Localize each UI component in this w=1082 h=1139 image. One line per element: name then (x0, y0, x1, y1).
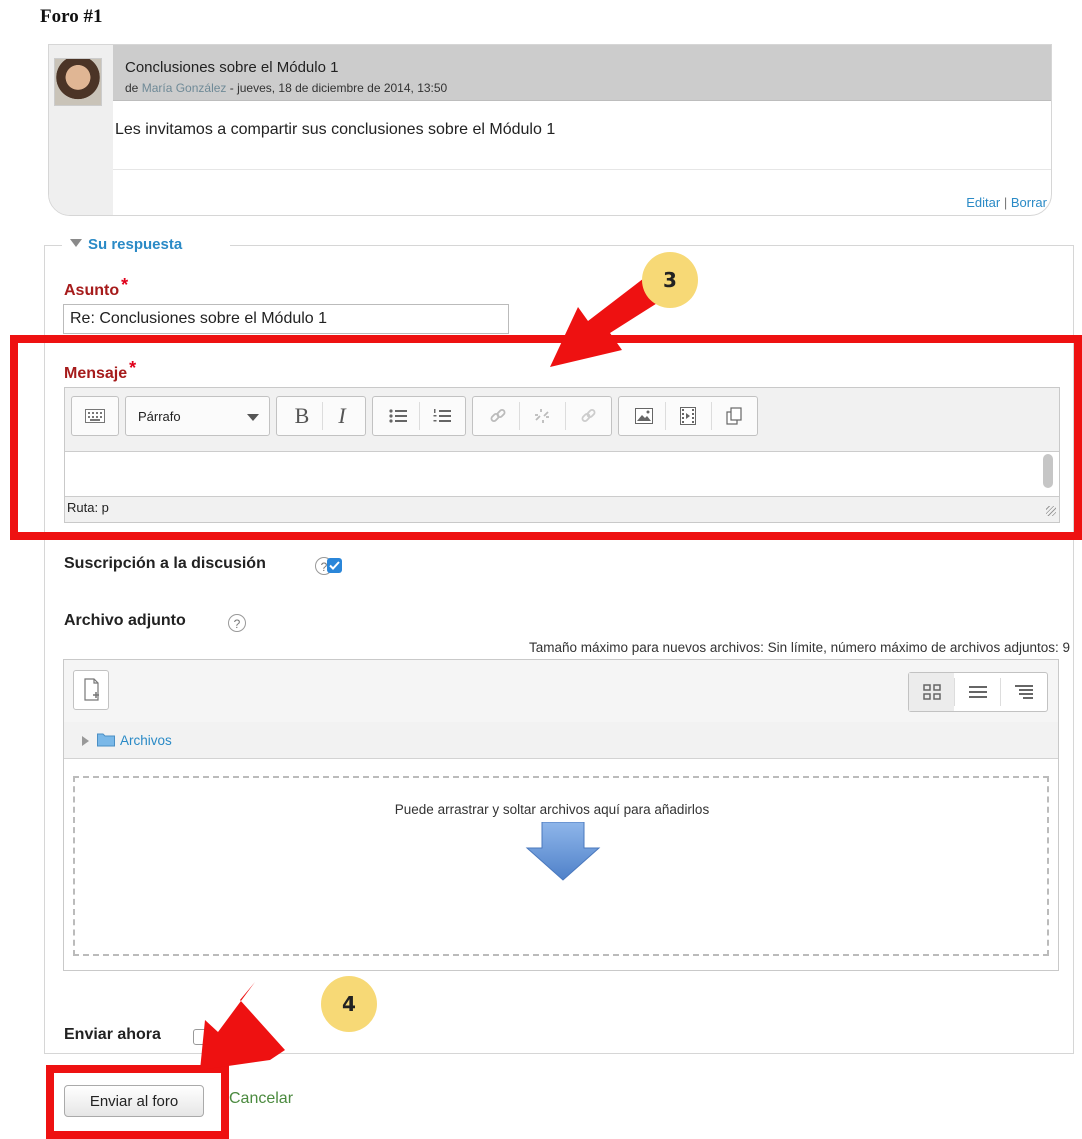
cancel-link[interactable]: Cancelar (229, 1090, 293, 1108)
post-message: Les invitamos a compartir sus conclusion… (115, 121, 556, 138)
page-title: Foro #1 (40, 6, 103, 27)
subject-input[interactable] (63, 304, 509, 334)
folder-link[interactable]: Archivos (120, 733, 172, 748)
subject-label-text: Asunto (64, 282, 120, 299)
step-badge-3: 3 (642, 252, 698, 308)
list-view-button[interactable] (955, 673, 1000, 711)
file-path-bar: Archivos (64, 722, 1058, 759)
send-now-label: Enviar ahora (64, 1026, 161, 1043)
drop-arrow-icon (525, 822, 601, 881)
subject-label: Asunto * (64, 275, 128, 300)
edit-link[interactable]: Editar (966, 195, 1000, 210)
post-date: - jueves, 18 de diciembre de 2014, 13:50 (229, 81, 448, 95)
collapse-triangle-icon (70, 239, 82, 247)
fieldset-legend[interactable]: Su respuesta (70, 236, 182, 253)
add-file-icon (84, 678, 99, 701)
fieldset-border (44, 245, 62, 246)
help-icon[interactable]: ? (228, 614, 246, 632)
post-byline: de María González - jueves, 18 de diciem… (125, 81, 447, 95)
attachment-label: Archivo adjunto (64, 612, 186, 629)
folder-icon (97, 733, 115, 747)
post-subject: Conclusiones sobre el Módulo 1 (125, 59, 339, 76)
author-link[interactable]: María González (142, 81, 227, 95)
tree-view-button[interactable] (1001, 673, 1046, 711)
byline-prefix: de (125, 81, 139, 95)
checkmark-icon (329, 561, 340, 570)
step-badge-4: 4 (321, 976, 377, 1032)
delete-link[interactable]: Borrar (1011, 195, 1047, 210)
post-picture-column (49, 45, 113, 215)
grid-view-button[interactable] (909, 673, 954, 711)
subscribe-checkbox[interactable] (327, 558, 342, 573)
post-header: Conclusiones sobre el Módulo 1 de María … (113, 45, 1051, 101)
legend-label: Su respuesta (88, 236, 183, 253)
drop-zone-text: Puede arrastrar y soltar archivos aquí p… (394, 802, 710, 817)
expand-triangle-icon[interactable] (82, 736, 89, 746)
avatar[interactable] (54, 58, 102, 106)
forum-post: Conclusiones sobre el Módulo 1 de María … (48, 44, 1052, 216)
post-actions: Editar | Borrar (966, 195, 1047, 210)
required-icon: * (121, 275, 129, 295)
grid-view-icon (922, 684, 941, 700)
tree-view-icon (1014, 685, 1033, 699)
add-file-button[interactable] (73, 670, 109, 710)
file-manager-toolbar (64, 660, 1058, 723)
post-body: Les invitamos a compartir sus conclusion… (113, 101, 1051, 170)
subscribe-label: Suscripción a la discusión (64, 555, 266, 572)
fieldset-border (230, 245, 1073, 246)
action-separator: | (1003, 195, 1008, 210)
file-manager: Archivos Puede arrastrar y soltar archiv… (63, 659, 1059, 971)
view-switcher (908, 672, 1048, 712)
attachment-limits: Tamaño máximo para nuevos archivos: Sin … (529, 640, 1070, 655)
highlight-box-submit (46, 1065, 229, 1139)
list-view-icon (968, 686, 987, 698)
